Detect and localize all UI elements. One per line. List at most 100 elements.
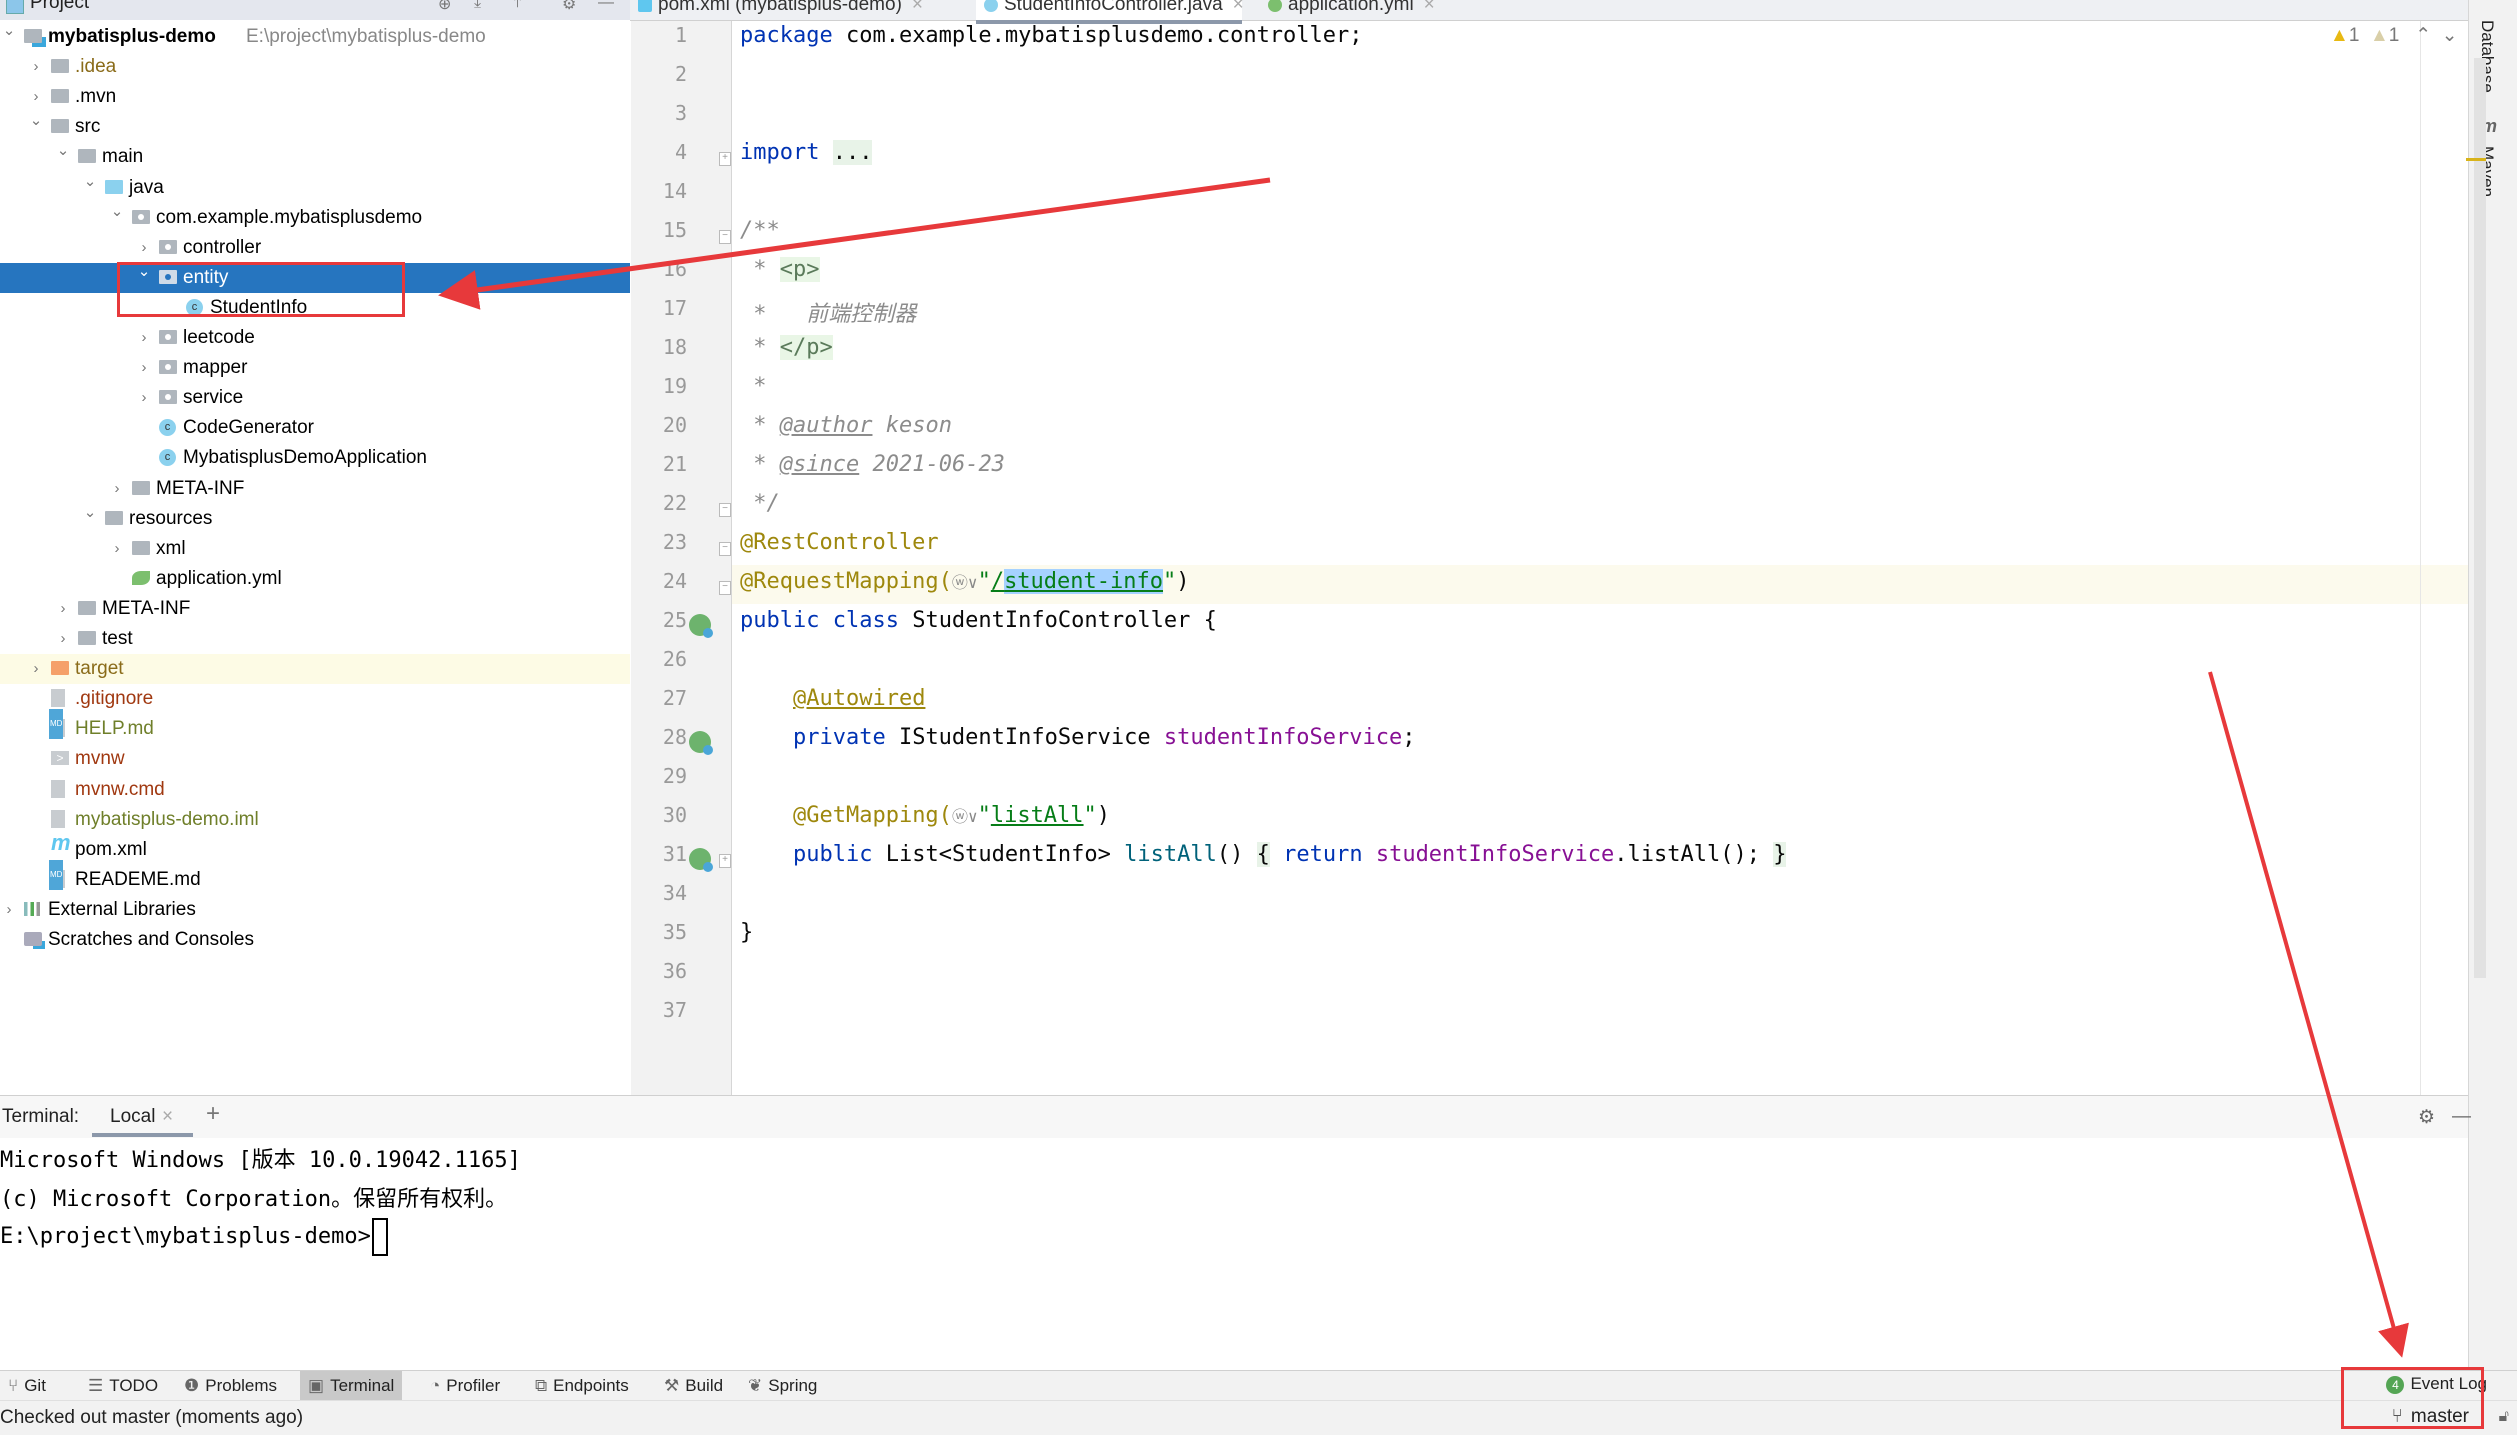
new-terminal-button[interactable]: +: [206, 1100, 220, 1128]
close-icon[interactable]: ×: [162, 1106, 173, 1128]
lock-icon[interactable]: 🔓︎: [2499, 1408, 2509, 1426]
chevron-down-icon[interactable]: ⌄: [29, 106, 43, 136]
code-line[interactable]: @Autowired: [740, 686, 925, 711]
chevron-down-icon[interactable]: ⌄: [2, 16, 16, 46]
chevron-right-icon[interactable]: ›: [110, 474, 124, 504]
code-line[interactable]: public class StudentInfoController {: [740, 608, 1217, 633]
spring-bean-gutter-icon[interactable]: [689, 731, 713, 755]
chevron-down-icon[interactable]: ⌄: [83, 498, 97, 528]
tree-item[interactable]: m pom.xml: [0, 830, 630, 865]
terminal-output[interactable]: Microsoft Windows [版本 10.0.19042.1165] (…: [0, 1138, 2468, 1366]
close-icon[interactable]: ×: [912, 0, 923, 15]
tool-window-terminal[interactable]: ▣ Terminal: [300, 1371, 403, 1401]
tree-item[interactable]: > mvnw: [0, 744, 630, 774]
editor-scrollbar[interactable]: [2474, 58, 2486, 978]
code-line[interactable]: import ...: [740, 140, 873, 165]
collapse-all-icon[interactable]: ⤒: [514, 0, 521, 12]
spring-bean-gutter-icon[interactable]: [689, 848, 713, 872]
tree-item[interactable]: ⌄ src: [0, 112, 630, 142]
tab-application-yml[interactable]: application.yml ×: [1260, 0, 1443, 20]
spring-bean-gutter-icon[interactable]: [689, 614, 713, 638]
tree-item[interactable]: ⌄ resources: [0, 504, 630, 534]
tool-window-endpoints[interactable]: ⧉ Endpoints: [527, 1371, 637, 1401]
tree-item[interactable]: › target: [0, 654, 630, 685]
code-line[interactable]: * <p>: [740, 257, 820, 282]
tree-item[interactable]: ⌄ mybatisplus-demo E:\project\mybatisplus-…: [0, 22, 630, 52]
tree-item[interactable]: MD HELP.md: [0, 709, 630, 744]
project-view-selector[interactable]: Project: [30, 0, 89, 14]
hide-icon[interactable]: —: [598, 0, 614, 12]
tree-item[interactable]: › service: [0, 383, 630, 413]
code-line[interactable]: @RequestMapping(ⓦ∨"/student-info"): [740, 569, 1190, 594]
locate-icon[interactable]: ⊕: [438, 0, 451, 14]
gear-icon[interactable]: ⚙: [2418, 1106, 2435, 1129]
chevron-right-icon[interactable]: ›: [29, 52, 43, 82]
tool-window-spring[interactable]: ❦ Spring: [740, 1371, 825, 1401]
code-line[interactable]: @GetMapping(ⓦ∨"listAll"): [740, 803, 1110, 828]
chevron-right-icon[interactable]: ›: [56, 594, 70, 624]
tree-item[interactable]: c CodeGenerator: [0, 413, 630, 443]
tool-window-problems[interactable]: ❶ Problems: [176, 1371, 285, 1401]
tree-item[interactable]: › mapper: [0, 353, 630, 383]
tool-window-profiler[interactable]: ◔ Profiler: [422, 1371, 508, 1401]
code-line[interactable]: * </p>: [740, 335, 833, 360]
tree-item[interactable]: › controller: [0, 233, 630, 263]
tool-window-todo[interactable]: ☰ TODO: [80, 1371, 166, 1401]
code-editor[interactable]: package com.example.mybatisplusdemo.cont…: [732, 21, 2422, 1095]
tree-item[interactable]: › .idea: [0, 52, 630, 82]
code-line[interactable]: package com.example.mybatisplusdemo.cont…: [740, 23, 1363, 48]
code-line[interactable]: public List<StudentInfo> listAll() { ret…: [740, 842, 1787, 867]
fold-expand-icon[interactable]: +: [719, 152, 731, 166]
code-line[interactable]: *: [740, 374, 766, 399]
tool-window-build[interactable]: ⚒ Build: [656, 1371, 731, 1401]
tree-item[interactable]: › External Libraries: [0, 895, 630, 925]
tree-item[interactable]: Scratches and Consoles: [0, 925, 630, 955]
code-line[interactable]: * 前端控制器: [740, 296, 916, 328]
tree-item[interactable]: c MybatisplusDemoApplication: [0, 443, 630, 473]
hide-icon[interactable]: —: [2452, 1106, 2471, 1128]
terminal-prompt[interactable]: E:\project\mybatisplus-demo>: [0, 1218, 388, 1256]
status-message[interactable]: Checked out master (moments ago): [0, 1407, 303, 1429]
chevron-down-icon[interactable]: ⌄: [110, 197, 124, 227]
close-icon[interactable]: ×: [1233, 0, 1244, 15]
fold-collapse-icon[interactable]: −: [719, 542, 731, 556]
fold-collapse-icon[interactable]: −: [719, 230, 731, 244]
tool-window-git[interactable]: ⑂ Git: [0, 1371, 54, 1401]
tab-pom-xml[interactable]: pom.xml (mybatisplus-demo) ×: [630, 0, 931, 20]
code-line[interactable]: */: [740, 491, 780, 516]
warning-stripe-marker[interactable]: [2466, 158, 2486, 161]
code-line[interactable]: * @author keson: [740, 413, 952, 438]
code-line[interactable]: @RestController: [740, 530, 939, 555]
expand-all-icon[interactable]: ⤓: [474, 0, 481, 12]
code-line[interactable]: private IStudentInfoService studentInfoS…: [740, 725, 1416, 750]
next-highlight-icon[interactable]: ⌄: [2442, 25, 2458, 46]
tree-item[interactable]: › .mvn: [0, 82, 630, 112]
tree-item[interactable]: › xml: [0, 534, 630, 564]
url-globe-icon[interactable]: ⓦ∨: [952, 807, 978, 826]
code-line[interactable]: /**: [740, 218, 780, 243]
chevron-down-icon[interactable]: ⌄: [83, 167, 97, 197]
gear-icon[interactable]: ⚙: [562, 0, 576, 14]
code-line[interactable]: }: [740, 920, 753, 945]
fold-expand-icon[interactable]: +: [719, 854, 731, 868]
chevron-right-icon[interactable]: ›: [56, 624, 70, 654]
inspection-widget[interactable]: ▲1 ▲1 ⌃ ⌄: [2330, 24, 2458, 47]
chevron-right-icon[interactable]: ›: [29, 654, 43, 684]
chevron-right-icon[interactable]: ›: [137, 323, 151, 353]
tree-item[interactable]: mybatisplus-demo.iml: [0, 805, 630, 835]
close-icon[interactable]: ×: [1424, 0, 1435, 15]
tree-item[interactable]: › META-INF: [0, 594, 630, 624]
tree-item[interactable]: mvnw.cmd: [0, 775, 630, 805]
url-globe-icon[interactable]: ⓦ∨: [952, 573, 978, 592]
tree-item[interactable]: MD READEME.md: [0, 859, 630, 895]
fold-collapse-icon[interactable]: −: [719, 581, 731, 595]
tree-item[interactable]: ⌄ com.example.mybatisplusdemo: [0, 203, 630, 233]
tree-item[interactable]: › leetcode: [0, 323, 630, 353]
code-line[interactable]: * @since 2021-06-23: [740, 452, 1005, 477]
chevron-down-icon[interactable]: ⌄: [56, 136, 70, 166]
chevron-right-icon[interactable]: ›: [137, 383, 151, 413]
fold-collapse-icon[interactable]: −: [719, 503, 731, 517]
chevron-right-icon[interactable]: ›: [110, 534, 124, 564]
terminal-tab-local[interactable]: Local: [110, 1106, 155, 1128]
tree-item[interactable]: › test: [0, 624, 630, 654]
